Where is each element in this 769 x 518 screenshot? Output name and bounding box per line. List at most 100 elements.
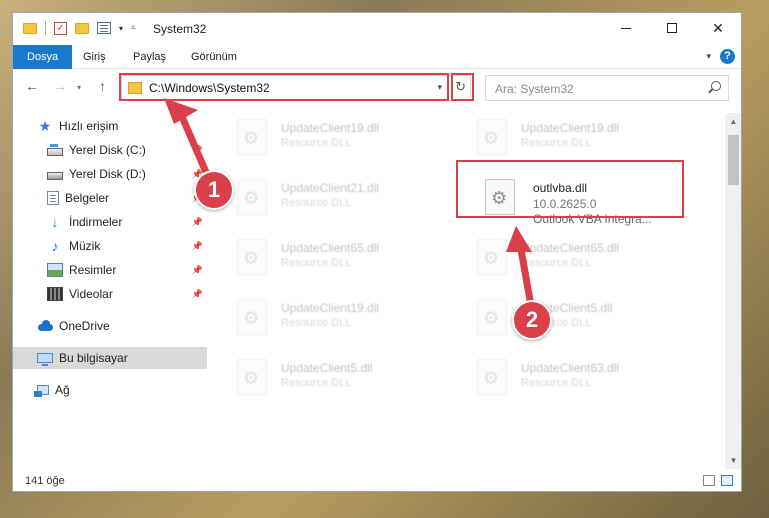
file-name: UpdateClient63.dll (521, 361, 620, 375)
pin-icon[interactable]: 📌 (192, 145, 203, 156)
sidebar-item-quick-access[interactable]: ★ Hızlı erişim (13, 115, 207, 137)
help-icon[interactable]: ? (720, 49, 735, 64)
scroll-thumb[interactable] (728, 135, 739, 185)
tab-home[interactable]: Giriş (71, 45, 118, 69)
large-icons-view-icon[interactable] (721, 475, 733, 486)
star-icon: ★ (38, 118, 52, 134)
sidebar-item-videos[interactable]: Videolar 📌 (13, 283, 207, 305)
tab-file[interactable]: Dosya (13, 45, 73, 69)
sidebar-item-label: Bu bilgisayar (59, 351, 128, 365)
dll-file-icon (485, 179, 515, 215)
forward-arrow-icon[interactable]: → (53, 78, 67, 94)
music-note-icon: ♪ (51, 238, 59, 254)
close-icon: ✕ (712, 19, 724, 36)
file-version: 10.0.2625.0 (533, 197, 597, 211)
chevron-down-icon[interactable]: ▾ (119, 24, 123, 33)
list-item[interactable]: UpdateClient65.dll Resource DLL (209, 235, 439, 289)
address-bar[interactable]: C:\Windows\System32 ▾ ↻ (121, 75, 471, 101)
download-icon: ↓ (51, 214, 59, 230)
sidebar-item-onedrive[interactable]: OneDrive (13, 315, 207, 337)
sidebar-item-this-pc[interactable]: Bu bilgisayar (13, 347, 207, 369)
navigation-bar: ← → ▾ ↑ C:\Windows\System32 ▾ ↻ Ara: Sys… (13, 69, 741, 107)
file-description: Resource DLL (281, 137, 352, 149)
dll-file-icon (477, 299, 507, 335)
minimize-button[interactable] (603, 13, 649, 43)
search-icon[interactable] (711, 81, 721, 91)
file-name: outlvba.dll (533, 181, 588, 195)
file-name: UpdateClient19.dll (281, 301, 380, 315)
file-name: UpdateClient5.dll (281, 361, 373, 375)
film-icon (47, 287, 63, 301)
search-input[interactable]: Ara: System32 (485, 75, 729, 101)
tab-view[interactable]: Görünüm (179, 45, 249, 69)
sidebar-item-documents[interactable]: Belgeler 📌 (13, 187, 207, 209)
new-folder-icon[interactable] (75, 22, 89, 34)
dll-file-icon (237, 119, 267, 155)
expand-ribbon-icon[interactable]: ▾ (706, 51, 711, 62)
network-icon (34, 385, 49, 397)
maximize-icon (667, 23, 677, 33)
sidebar-item-label: Belgeler (65, 191, 110, 205)
cloud-icon (37, 319, 53, 333)
sidebar-item-disk-c[interactable]: Yerel Disk (C:) 📌 (13, 139, 207, 161)
tab-share[interactable]: Paylaş (121, 45, 178, 69)
list-item[interactable]: UpdateClient5.dll Resource DLL (449, 295, 679, 349)
dll-file-icon (237, 299, 267, 335)
sidebar-item-downloads[interactable]: ↓ İndirmeler 📌 (13, 211, 207, 233)
drive-icon (47, 143, 63, 156)
pin-icon[interactable]: 📌 (192, 265, 203, 276)
address-path[interactable]: C:\Windows\System32 (149, 81, 270, 95)
scroll-up-icon[interactable]: ▲ (725, 113, 741, 130)
chevron-down-icon[interactable]: ▾ (437, 82, 442, 93)
file-description: Resource DLL (281, 197, 352, 209)
scroll-down-icon[interactable]: ▼ (725, 452, 741, 469)
folder-icon (128, 82, 142, 94)
dll-file-icon (477, 119, 507, 155)
file-name: UpdateClient65.dll (521, 241, 620, 255)
sidebar-item-pictures[interactable]: Resimler 📌 (13, 259, 207, 281)
dll-file-icon (477, 359, 507, 395)
properties-icon[interactable] (97, 22, 111, 34)
customize-toolbar-icon[interactable]: ⩡ (131, 23, 136, 33)
pin-icon[interactable]: 📌 (192, 289, 203, 300)
sidebar-item-label: Müzik (69, 239, 101, 253)
pin-icon[interactable]: 📌 (192, 241, 203, 252)
vertical-scrollbar[interactable]: ▲ ▼ (725, 113, 741, 469)
drive-icon (47, 171, 63, 180)
dll-file-icon (237, 359, 267, 395)
refresh-icon[interactable]: ↻ (455, 79, 466, 95)
up-arrow-icon[interactable]: ↑ (99, 78, 106, 94)
list-item[interactable]: UpdateClient65.dll Resource DLL (449, 235, 679, 289)
list-item[interactable]: UpdateClient19.dll Resource DLL (209, 295, 439, 349)
back-arrow-icon[interactable]: ← (25, 78, 39, 94)
sidebar-item-label: İndirmeler (69, 215, 123, 229)
list-item[interactable]: UpdateClient5.dll Resource DLL (209, 355, 439, 409)
sidebar-item-label: Yerel Disk (D:) (69, 167, 146, 181)
ribbon: Dosya Giriş Paylaş Görünüm ▾ ? (13, 45, 741, 69)
folder-icon[interactable] (23, 22, 37, 34)
sidebar-item-network[interactable]: Ağ (13, 379, 207, 401)
search-placeholder: Ara: System32 (495, 82, 574, 96)
maximize-button[interactable] (649, 13, 695, 43)
navigation-pane: ★ Hızlı erişim Yerel Disk (C:) 📌 Yerel D… (13, 113, 207, 463)
toolbar-separator (45, 21, 46, 35)
file-name: UpdateClient19.dll (281, 121, 380, 135)
list-item[interactable]: UpdateClient19.dll Resource DLL (449, 115, 679, 169)
close-button[interactable]: ✕ (695, 13, 741, 43)
check-icon[interactable]: ✓ (54, 21, 67, 35)
sidebar-item-label: Resimler (69, 263, 117, 277)
file-description: Resource DLL (281, 377, 352, 389)
file-item-outlvba[interactable]: outlvba.dll 10.0.2625.0 Outlook VBA Inte… (449, 175, 679, 229)
file-description: Outlook VBA Integra... (533, 212, 652, 226)
sidebar-item-music[interactable]: ♪ Müzik 📌 (13, 235, 207, 257)
pin-icon[interactable]: 📌 (192, 217, 203, 228)
file-name: UpdateClient21.dll (281, 181, 380, 195)
list-item[interactable]: UpdateClient63.dll Resource DLL (449, 355, 679, 409)
documents-icon (47, 191, 59, 205)
sidebar-item-disk-d[interactable]: Yerel Disk (D:) 📌 (13, 163, 207, 185)
details-view-icon[interactable] (703, 475, 715, 486)
recent-locations-icon[interactable]: ▾ (77, 83, 81, 92)
list-item[interactable]: UpdateClient21.dll Resource DLL (209, 175, 439, 229)
list-item[interactable]: UpdateClient19.dll Resource DLL (209, 115, 439, 169)
title-bar: ✓ ▾ ⩡ System32 ✕ (13, 13, 741, 45)
